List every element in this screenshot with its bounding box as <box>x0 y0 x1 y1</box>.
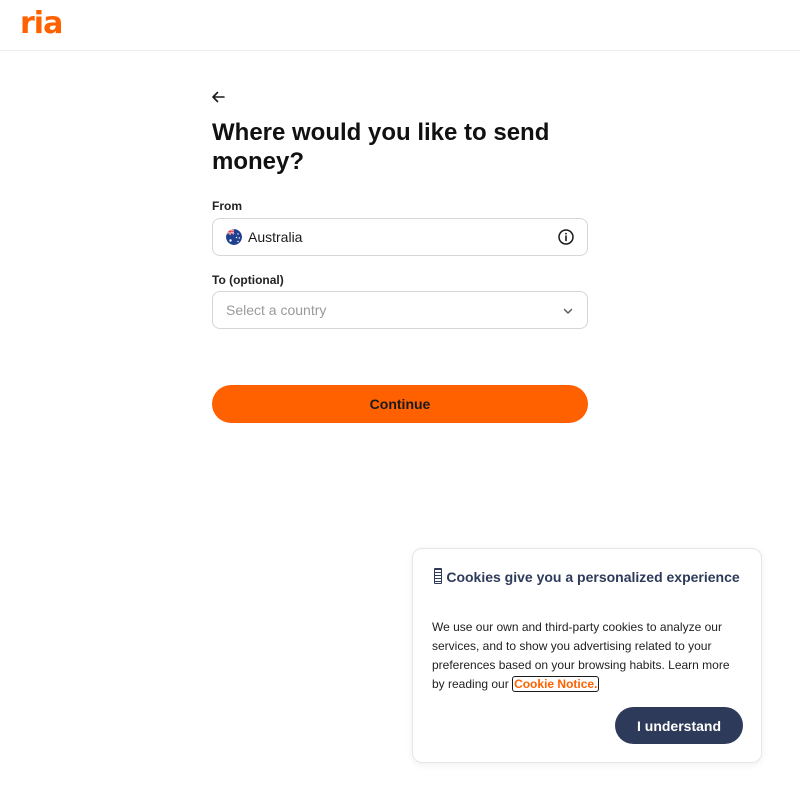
cookie-banner-text: We use our own and third-party cookies t… <box>432 618 744 694</box>
cookie-banner-title: Cookies give you a personalized experien… <box>433 568 741 587</box>
info-icon[interactable] <box>557 228 575 246</box>
from-label: From <box>212 199 242 213</box>
page-title: Where would you like to send money? <box>212 119 550 175</box>
ria-logo[interactable]: ria <box>20 6 63 42</box>
australia-flag-icon <box>226 229 242 245</box>
to-country-select[interactable]: Select a country <box>212 291 588 329</box>
back-arrow-icon[interactable] <box>209 88 227 106</box>
cookie-emoji-icon <box>434 568 443 584</box>
cookie-banner: Cookies give you a personalized experien… <box>412 548 762 763</box>
from-country-field[interactable]: Australia <box>212 218 588 256</box>
chevron-down-icon <box>562 304 574 316</box>
cookie-notice-link[interactable]: Cookie Notice. <box>512 676 600 692</box>
to-label: To (optional) <box>212 273 284 287</box>
cookie-banner-title-text: Cookies give you a personalized experien… <box>446 569 740 585</box>
from-country-value: Australia <box>248 229 303 245</box>
to-country-placeholder: Select a country <box>226 302 327 318</box>
i-understand-button[interactable]: I understand <box>615 707 743 744</box>
continue-button[interactable]: Continue <box>212 385 588 423</box>
top-header: ria <box>0 0 800 51</box>
